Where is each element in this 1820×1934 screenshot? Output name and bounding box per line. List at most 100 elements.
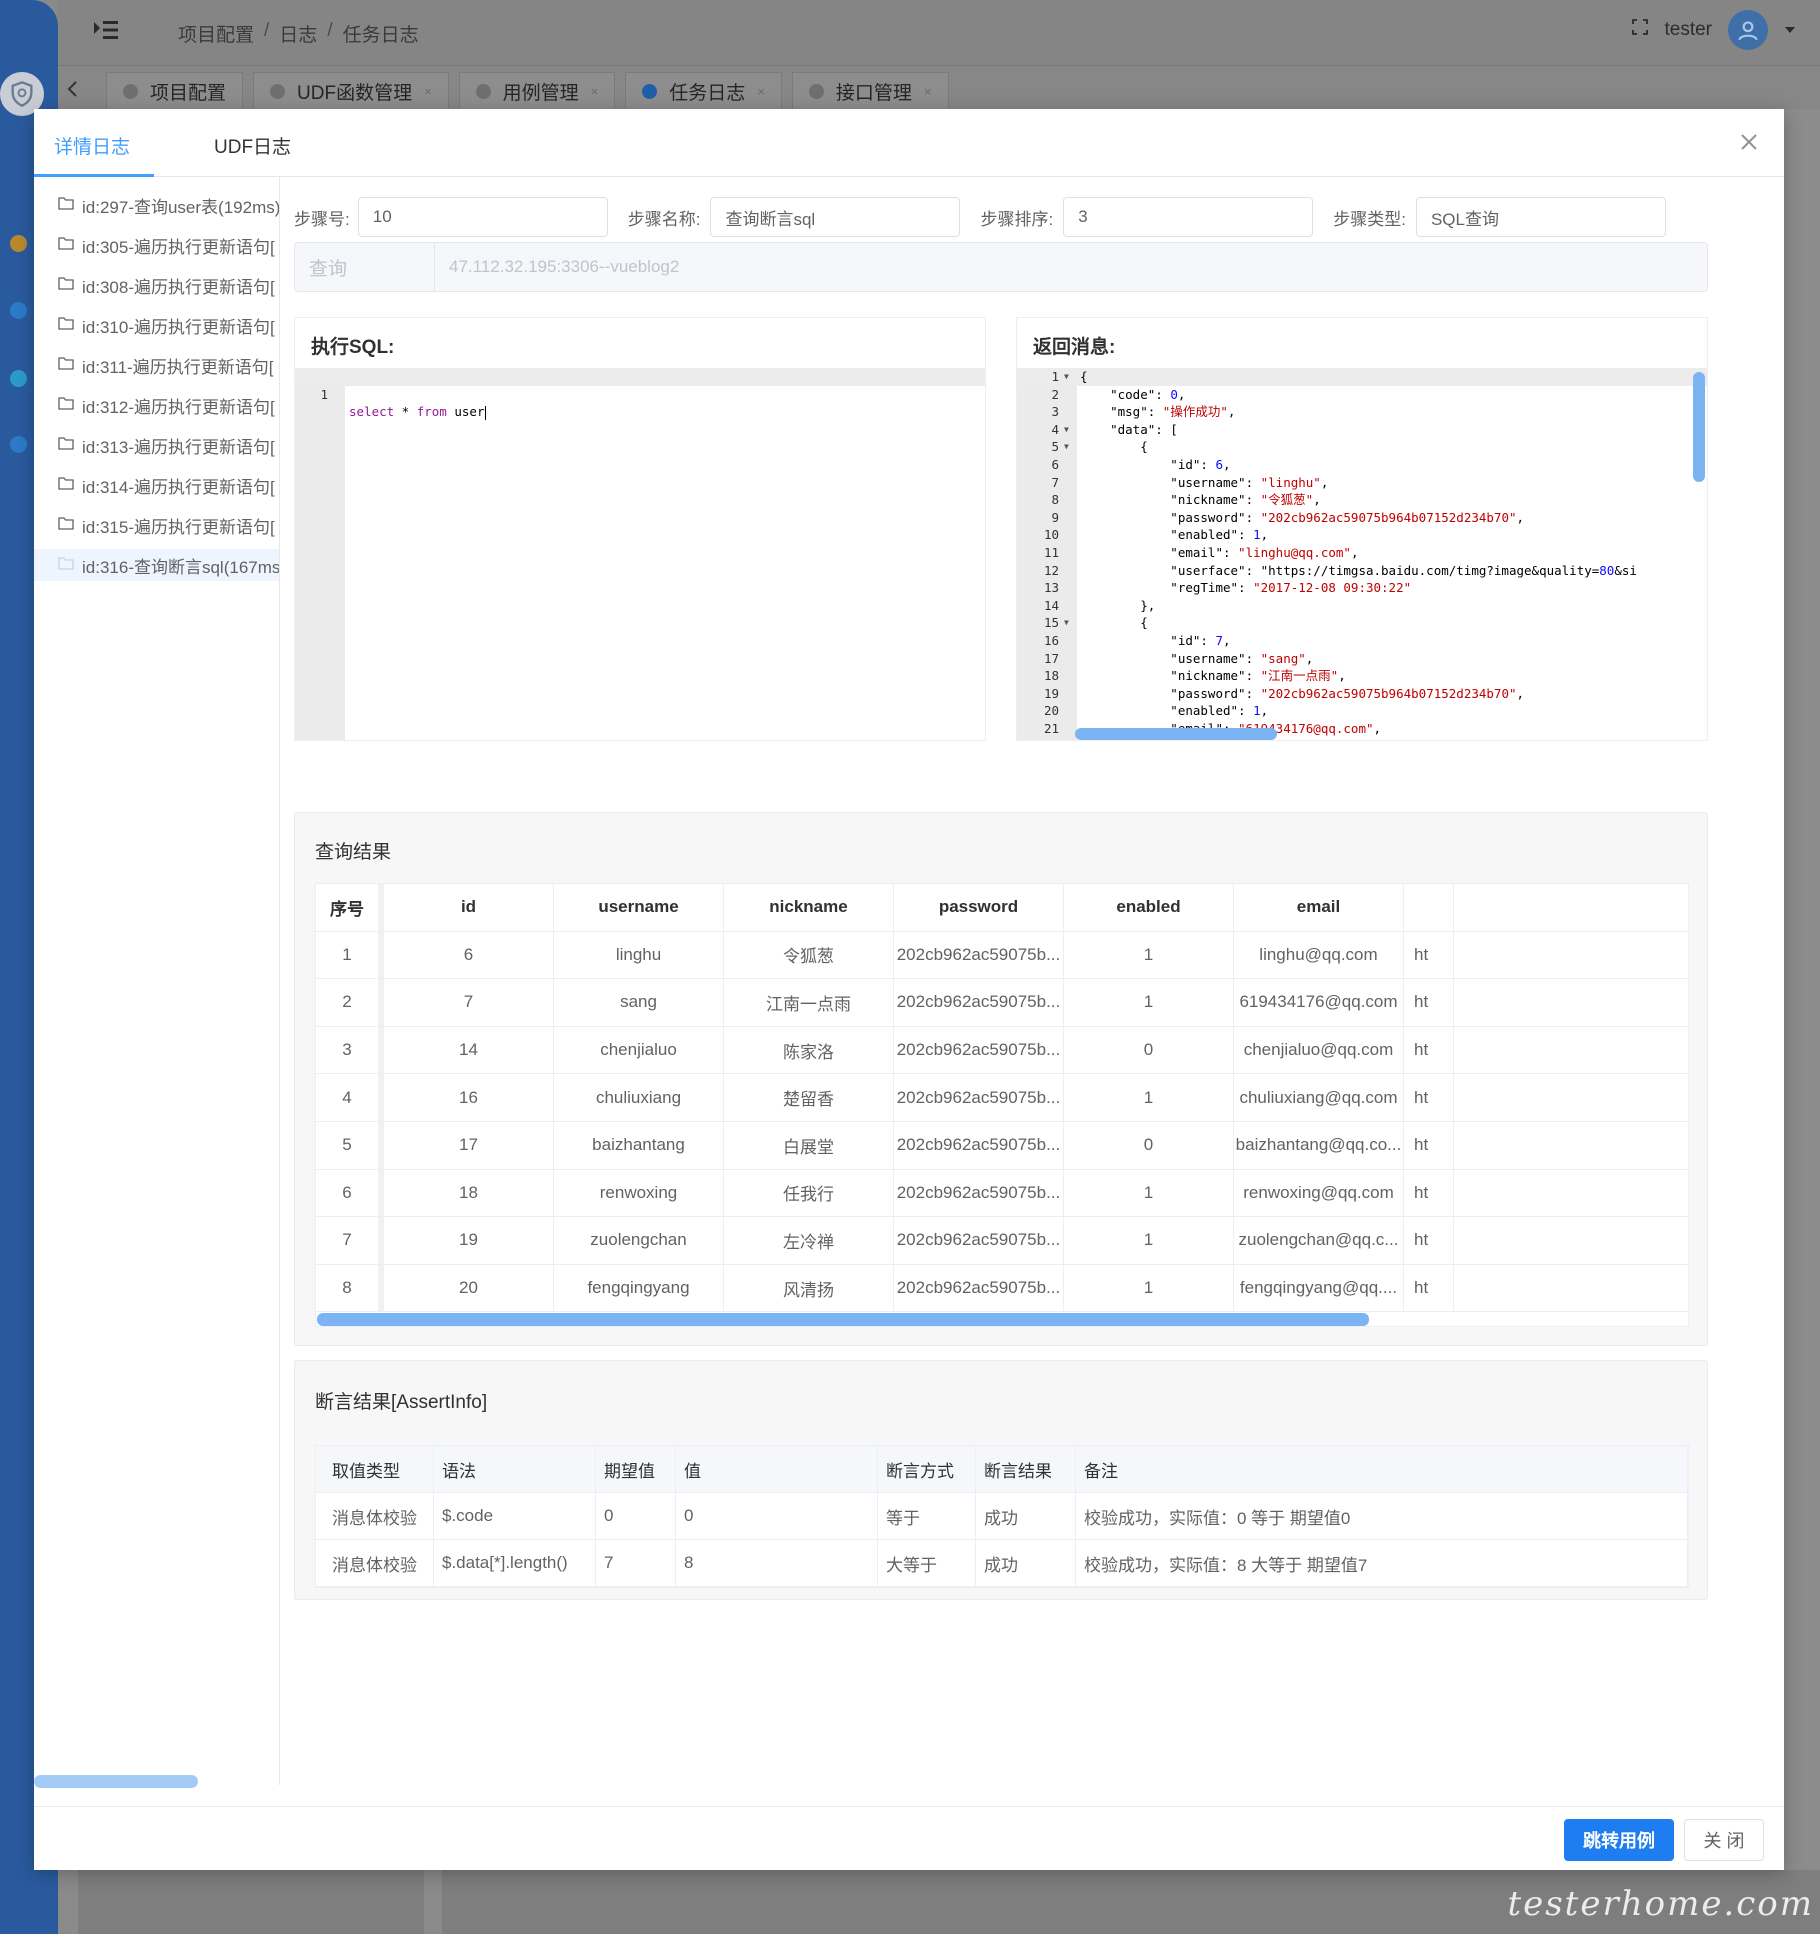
tree-item[interactable]: id:308-遍历执行更新语句[ — [34, 269, 279, 301]
table-cell: $.data[*].length() — [434, 1540, 596, 1586]
dialog-footer: 跳转用例 关 闭 — [34, 1806, 1784, 1870]
fullscreen-icon[interactable] — [1632, 19, 1649, 41]
tab-task-log[interactable]: 任务日志 × — [625, 72, 782, 110]
tree-item[interactable]: id:314-遍历执行更新语句[ — [34, 469, 279, 501]
tab-dot-icon — [475, 84, 491, 99]
table-cell: $.code — [434, 1493, 596, 1539]
step-no-input[interactable]: 10 — [357, 197, 608, 237]
table-cell: ht — [1404, 1264, 1454, 1312]
tab-udf[interactable]: UDF函数管理 × — [253, 72, 449, 110]
code-line: 19 "password": "202cb962ac59075b964b0715… — [1017, 685, 1707, 703]
tree-item-label: id:316-查询断言sql(167ms — [82, 557, 280, 577]
table-cell: 成功 — [976, 1493, 1076, 1539]
tree-item[interactable]: id:305-遍历执行更新语句[ — [34, 229, 279, 261]
code-line: 18 "nickname": "江南一点雨", — [1017, 667, 1707, 685]
tab-case[interactable]: 用例管理 × — [458, 72, 616, 110]
response-panel: 返回消息: 1 ▼{2 "code": 0, 3 "msg": "操作成功", 4 ▼ … — [1016, 317, 1708, 741]
table-cell: 3 — [316, 1026, 384, 1074]
user-name[interactable]: tester — [1664, 19, 1712, 41]
fold-arrow-icon[interactable]: ▼ — [1064, 438, 1069, 456]
json-code: "password": "202cb962ac59075b964b07152d2… — [1080, 509, 1525, 525]
nav-dot-icon[interactable] — [10, 436, 27, 453]
jump-to-case-button[interactable]: 跳转用例 — [1564, 1819, 1674, 1861]
close-icon[interactable] — [1736, 129, 1762, 155]
table-row[interactable]: 1 6 linghu 令狐葱 202cb962ac59075b... 1 linghu@qq… — [316, 931, 1688, 980]
tree-item[interactable]: id:311-遍历执行更新语句[ — [34, 349, 279, 381]
step-type-input[interactable]: SQL查询 — [1415, 197, 1666, 237]
tab-udf-log[interactable]: UDF日志 — [214, 132, 291, 159]
table-cell: 6 — [384, 931, 554, 979]
fold-arrow-icon[interactable]: ▼ — [1064, 421, 1069, 439]
table-cell: 17 — [384, 1122, 554, 1169]
breadcrumb-item[interactable]: 项目配置 — [178, 20, 254, 47]
code-line: 6 "id": 6, — [1017, 456, 1707, 474]
tab-detail-log[interactable]: 详情日志 — [54, 132, 130, 159]
table-cell: chenjialuo — [554, 1026, 724, 1074]
chevron-left-icon[interactable] — [66, 80, 78, 104]
table-cell: 成功 — [976, 1540, 1076, 1586]
table-row[interactable]: 8 20 fengqingyang 风清扬 202cb962ac59075b... 1 fe… — [316, 1264, 1688, 1313]
sql-editor[interactable]: 1 select * from user — [295, 368, 985, 740]
close-icon[interactable]: × — [424, 84, 432, 99]
fold-arrow-icon[interactable]: ▼ — [1064, 614, 1069, 632]
tree-item[interactable]: id:316-查询断言sql(167ms — [34, 549, 280, 581]
table-row[interactable]: 消息体校验 $.data[*].length() 7 8 大等于 成功 校验成功，实际值：8… — [316, 1540, 1688, 1587]
close-icon[interactable]: × — [924, 84, 932, 99]
chevron-down-icon[interactable] — [1784, 19, 1796, 41]
tab-dot-icon — [808, 84, 824, 99]
step-name-input[interactable]: 查询断言sql — [710, 197, 961, 237]
line-number: 20 — [1043, 703, 1059, 719]
tree-item[interactable]: id:310-遍历执行更新语句[ — [34, 309, 279, 341]
avatar[interactable] — [1728, 10, 1768, 50]
table-cell: 消息体校验 — [316, 1540, 434, 1586]
column-header — [1404, 884, 1454, 931]
nav-dot-icon[interactable] — [10, 235, 27, 252]
tree-item[interactable]: id:315-遍历执行更新语句[ — [34, 509, 279, 541]
close-icon[interactable]: × — [591, 84, 599, 99]
tab-project-config[interactable]: 项目配置 — [106, 72, 244, 110]
table-row[interactable]: 4 16 chuliuxiang 楚留香 202cb962ac59075b... 1 chu… — [316, 1074, 1688, 1122]
json-code: { — [1080, 615, 1148, 631]
step-name-label: 步骤名称: — [627, 209, 701, 229]
response-vertical-scrollbar[interactable] — [1693, 372, 1705, 482]
table-horizontal-scrollbar[interactable] — [317, 1313, 1369, 1326]
tab-dot-icon — [123, 84, 138, 99]
column-header: 语法 — [434, 1446, 596, 1492]
tree-item[interactable]: id:313-遍历执行更新语句[ — [34, 429, 279, 461]
datasource-field[interactable]: 查询 47.112.32.195:3306--vueblog2 — [294, 242, 1708, 292]
code-line: 3 "msg": "操作成功", — [1017, 403, 1707, 421]
tree-scrollbar[interactable] — [34, 1775, 198, 1788]
table-row[interactable]: 5 17 baizhantang 白展堂 202cb962ac59075b... 0 bai… — [316, 1122, 1688, 1170]
menu-toggle-icon[interactable] — [92, 18, 120, 42]
table-cell: sang — [554, 979, 724, 1026]
close-icon[interactable]: × — [757, 84, 765, 99]
code-line: 1 ▼ { — [1017, 368, 1707, 386]
table-row[interactable]: 6 18 renwoxing 任我行 202cb962ac59075b... 1 renwo… — [316, 1169, 1688, 1218]
fold-arrow-icon[interactable]: ▼ — [1064, 368, 1069, 386]
table-cell: 2 — [316, 979, 384, 1026]
code-line: 13 "regTime": "2017-12-08 09:30:22" — [1017, 579, 1707, 597]
column-header: 断言结果 — [976, 1446, 1076, 1492]
json-code: "enabled": 1, — [1080, 703, 1269, 719]
datasource-value: 47.112.32.195:3306--vueblog2 — [449, 257, 680, 276]
column-header: 期望值 — [596, 1446, 676, 1492]
tree-item[interactable]: id:312-遍历执行更新语句[ — [34, 389, 279, 421]
table-row[interactable]: 2 7 sang 江南一点雨 202cb962ac59075b... 1 619434176… — [316, 979, 1688, 1027]
nav-dot-icon[interactable] — [10, 370, 27, 387]
nav-dot-icon[interactable] — [10, 302, 27, 319]
tree-item[interactable]: id:297-查询user表(192ms) — [34, 189, 279, 221]
table-row[interactable]: 消息体校验 $.code 0 0 等于 成功 校验成功，实际值：0 等于 期望值0 — [316, 1493, 1688, 1540]
table-row[interactable]: 3 14 chenjialuo 陈家洛 202cb962ac59075b... 0 chen… — [316, 1026, 1688, 1075]
close-button[interactable]: 关 闭 — [1684, 1819, 1764, 1861]
response-horizontal-scrollbar[interactable] — [1075, 728, 1277, 740]
step-order-input[interactable]: 3 — [1063, 197, 1314, 237]
tab-label: 项目配置 — [150, 83, 227, 104]
json-code: "username": "linghu", — [1080, 474, 1329, 490]
table-cell: 18 — [384, 1169, 554, 1217]
table-cell: 1 — [1064, 1169, 1234, 1217]
tab-api[interactable]: 接口管理 × — [791, 72, 949, 110]
table-row[interactable]: 7 19 zuolengchan 左冷禅 202cb962ac59075b... 1 zuo… — [316, 1217, 1688, 1265]
breadcrumb-item[interactable]: 日志 — [279, 20, 317, 47]
response-editor[interactable]: 1 ▼{2 "code": 0, 3 "msg": "操作成功", 4 ▼ "data"… — [1017, 368, 1707, 740]
table-cell: 0 — [1064, 1026, 1234, 1074]
